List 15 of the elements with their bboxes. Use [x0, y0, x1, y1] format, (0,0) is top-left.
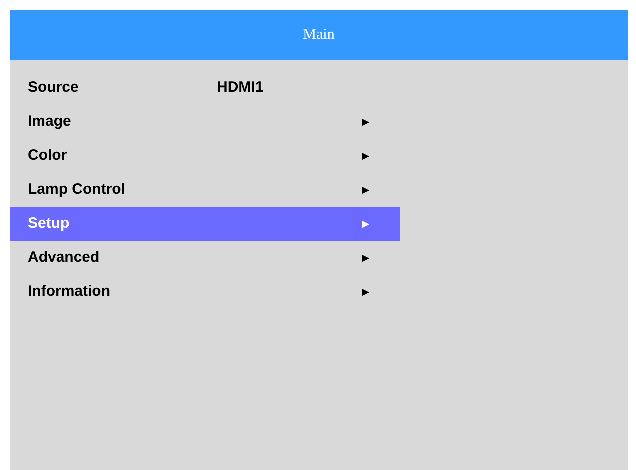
- menu-item[interactable]: Setup ►: [10, 207, 400, 241]
- menu-item[interactable]: Image ►: [10, 105, 400, 139]
- menu-title: Main: [303, 26, 335, 45]
- submenu-arrow: ►: [360, 148, 372, 165]
- menu-item[interactable]: Advanced ►: [10, 241, 400, 275]
- submenu-arrow: ►: [360, 284, 372, 301]
- menu-item[interactable]: Source HDMI1: [10, 71, 400, 105]
- submenu-arrow: ►: [360, 182, 372, 199]
- menu-value: HDMI1: [217, 78, 264, 98]
- submenu-arrow: ►: [360, 250, 372, 267]
- menu-item[interactable]: Information ►: [10, 275, 400, 309]
- submenu-arrow: ►: [360, 114, 372, 131]
- submenu-arrow: ►: [360, 216, 372, 233]
- menu-item[interactable]: Lamp Control ►: [10, 173, 400, 207]
- menu-item[interactable]: Color ►: [10, 139, 400, 173]
